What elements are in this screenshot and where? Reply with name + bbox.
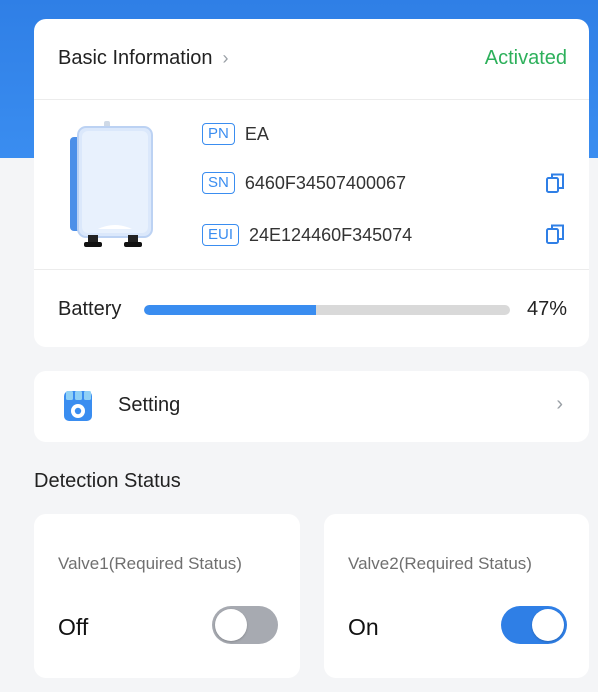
setting-row[interactable]: Setting ›: [34, 371, 589, 442]
basic-information-label: Basic Information: [58, 47, 213, 69]
eui-field: EUI 24E124460F345074: [202, 224, 412, 246]
gear-icon: [64, 391, 92, 421]
valve2-card: Valve2(Required Status) On: [324, 514, 589, 678]
sn-field: SN 6460F34507400067: [202, 172, 406, 194]
eui-value: 24E124460F345074: [249, 224, 413, 245]
battery-label: Battery: [58, 298, 122, 320]
activation-status: Activated: [484, 47, 567, 69]
toggle-knob: [532, 609, 564, 641]
valve2-toggle[interactable]: [501, 606, 567, 644]
toggle-knob: [215, 609, 247, 641]
chevron-right-icon: ›: [556, 393, 563, 415]
eui-tag: EUI: [202, 224, 240, 246]
setting-label: Setting: [118, 394, 181, 416]
valve1-title: Valve1(Required Status): [58, 554, 242, 573]
detection-status-title: Detection Status: [34, 470, 181, 492]
sn-tag: SN: [202, 172, 235, 194]
battery-percent: 47%: [526, 298, 567, 320]
valve1-toggle[interactable]: [212, 606, 278, 644]
copy-sn-icon[interactable]: [545, 172, 565, 194]
basic-information-title[interactable]: Basic Information ›: [58, 47, 229, 70]
pn-value: EA: [244, 123, 269, 144]
pn-field: PN EA: [202, 123, 269, 145]
sn-value: 6460F34507400067: [244, 172, 406, 193]
copy-eui-icon[interactable]: [545, 223, 565, 245]
pn-tag: PN: [202, 123, 235, 145]
valve1-card: Valve1(Required Status) Off: [34, 514, 300, 678]
valve1-state: Off: [58, 614, 89, 640]
valve2-title: Valve2(Required Status): [348, 554, 532, 573]
battery-progress-bar: [144, 305, 510, 315]
chevron-right-icon: ›: [222, 48, 229, 68]
card-divider: [34, 269, 589, 270]
battery-progress-fill: [144, 305, 317, 315]
device-image: [70, 121, 153, 247]
basic-information-card: Basic Information › Activated PN EA SN 6…: [34, 19, 589, 347]
valve2-state: On: [348, 614, 379, 640]
basic-information-header[interactable]: Basic Information › Activated: [34, 19, 589, 100]
